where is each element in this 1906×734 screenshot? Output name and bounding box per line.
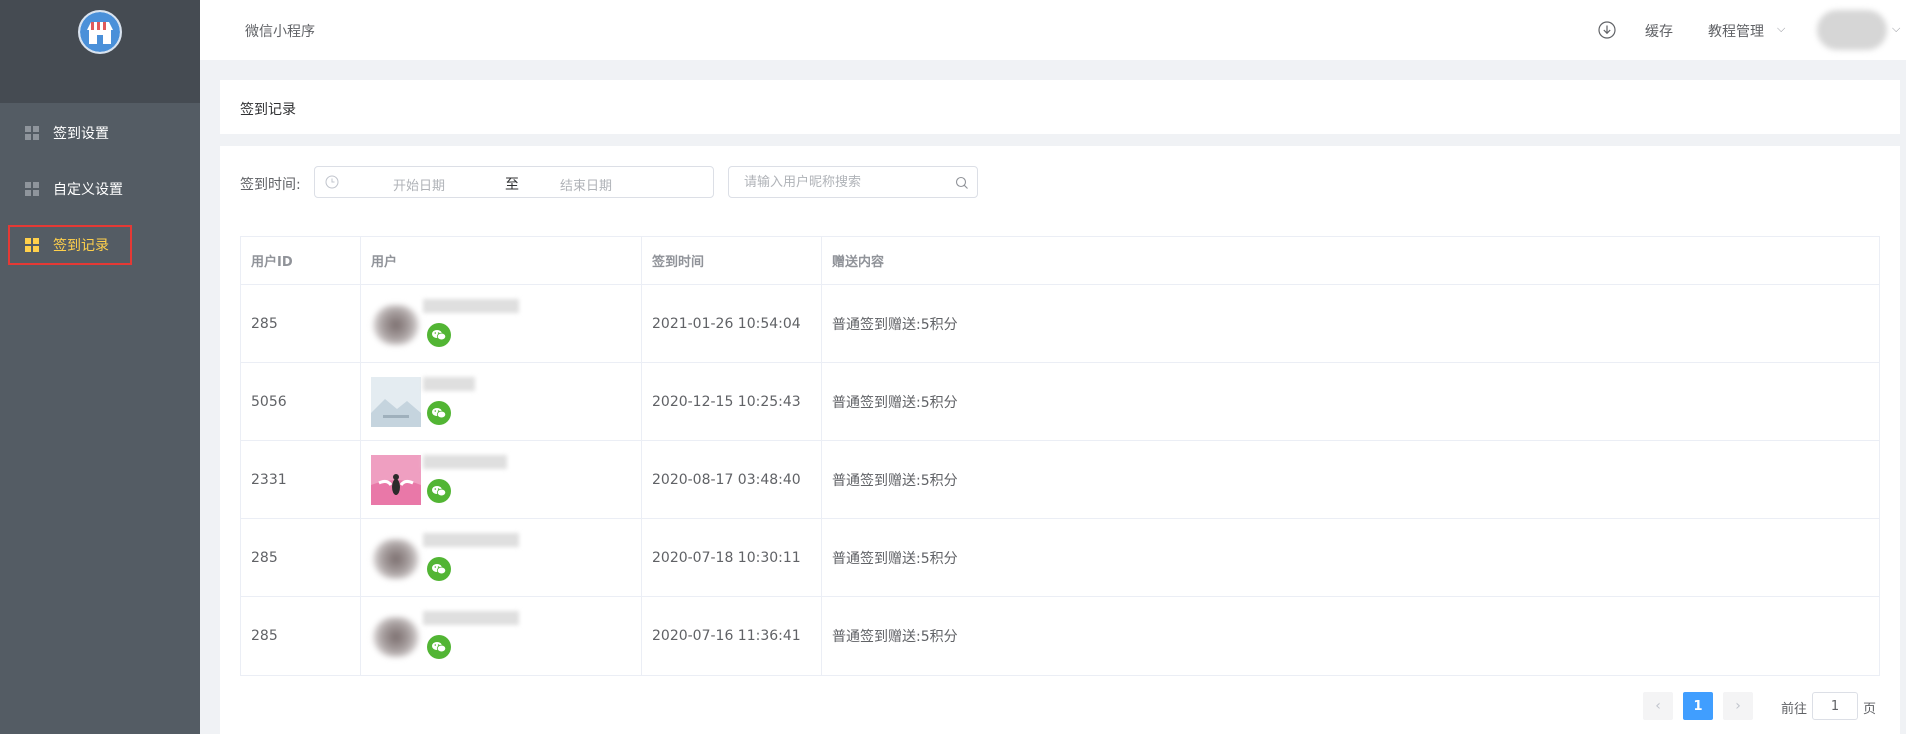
search-icon[interactable]: [955, 176, 969, 190]
prev-page-button[interactable]: ‹: [1643, 692, 1673, 720]
sidebar-header: [0, 0, 200, 103]
user-id-cell: 5056: [241, 363, 361, 440]
search-box: [728, 166, 978, 198]
start-date-input[interactable]: 开始日期: [393, 175, 445, 194]
user-name-redacted: [423, 533, 519, 547]
user-name-redacted: [423, 455, 507, 469]
user-cell: [361, 363, 642, 440]
top-header: 微信小程序 缓存 教程管理 ⌵ ⌵: [200, 0, 1906, 60]
user-name-redacted: [423, 377, 475, 391]
sidebar: 签到设置 自定义设置 签到记录: [0, 0, 200, 734]
goto-suffix: 页: [1863, 702, 1877, 717]
range-separator: 至: [505, 177, 519, 193]
user-cell: [361, 285, 642, 362]
user-id-cell: 2331: [241, 441, 361, 518]
sidebar-item-sign-settings[interactable]: 签到设置: [0, 113, 200, 153]
reward-cell: 普通签到赠送:5积分: [832, 550, 958, 567]
wechat-icon: [427, 323, 451, 347]
table-row: 2331 2020-08-17 03:48:40 普通签到赠送:5积分: [241, 441, 1879, 519]
user-cell: [361, 441, 642, 518]
user-avatar: [371, 299, 421, 349]
next-page-button[interactable]: ›: [1723, 692, 1753, 720]
records-table: 用户ID 用户 签到时间 赠送内容 285 2021-01-26 10:54:0…: [240, 236, 1880, 676]
user-name-redacted: [423, 299, 519, 313]
manage-dropdown[interactable]: 教程管理: [1708, 21, 1764, 41]
wechat-icon: [427, 635, 451, 659]
user-name-redacted: [423, 611, 519, 625]
sidebar-item-custom-settings[interactable]: 自定义设置: [0, 169, 200, 209]
reward-cell: 普通签到赠送:5积分: [832, 316, 958, 333]
reward-cell: 普通签到赠送:5积分: [832, 394, 958, 411]
cache-button[interactable]: 缓存: [1645, 21, 1673, 41]
page-title: 签到记录: [240, 102, 296, 118]
sidebar-item-sign-records[interactable]: 签到记录: [0, 225, 200, 265]
page-title-card: 签到记录: [220, 80, 1900, 134]
end-date-input[interactable]: 结束日期: [560, 175, 612, 194]
wechat-icon: [427, 401, 451, 425]
sign-time-cell: 2020-12-15 10:25:43: [642, 363, 822, 440]
sign-time-cell: 2020-07-16 11:36:41: [642, 597, 822, 675]
wechat-icon: [427, 479, 451, 503]
column-header-reward: 赠送内容: [832, 255, 885, 270]
table-row: 285 2020-07-18 10:30:11 普通签到赠送:5积分: [241, 519, 1879, 597]
main-card: 签到时间: 开始日期 至 结束日期 用户ID 用户 签到时间 赠送内容: [220, 146, 1900, 734]
goto-label: 前往: [1781, 702, 1808, 717]
sidebar-item-label: 自定义设置: [53, 182, 123, 198]
store-icon[interactable]: [78, 10, 122, 54]
grid-icon: [25, 126, 39, 140]
user-cell: [361, 519, 642, 596]
grid-icon: [25, 182, 39, 196]
user-avatar: [371, 533, 421, 583]
sidebar-item-label: 签到设置: [53, 126, 109, 142]
column-header-user: 用户: [361, 237, 642, 284]
avatar[interactable]: [1817, 10, 1887, 50]
date-range-picker[interactable]: 开始日期 至 结束日期: [314, 166, 714, 198]
user-id-cell: 285: [241, 597, 361, 675]
page-number-active[interactable]: 1: [1683, 692, 1713, 720]
column-header-sign-time: 签到时间: [642, 237, 822, 284]
reward-cell: 普通签到赠送:5积分: [832, 472, 958, 489]
date-filter-label: 签到时间:: [240, 177, 301, 193]
download-icon[interactable]: [1598, 21, 1616, 39]
user-cell: [361, 597, 642, 675]
column-header-user-id: 用户ID: [241, 237, 361, 284]
table-row: 5056 2020-12-15 10:25:43 普通签到赠送:5积分: [241, 363, 1879, 441]
reward-cell: 普通签到赠送:5积分: [832, 629, 958, 645]
user-id-cell: 285: [241, 519, 361, 596]
user-avatar: [371, 376, 421, 427]
goto-page-input[interactable]: [1812, 692, 1858, 720]
wechat-icon: [427, 557, 451, 581]
user-avatar: [371, 611, 421, 661]
app-title: 微信小程序: [245, 24, 315, 40]
user-avatar: [371, 454, 421, 505]
chevron-down-icon[interactable]: ⌵: [1892, 22, 1900, 36]
search-input[interactable]: [744, 167, 954, 197]
user-id-cell: 285: [241, 285, 361, 362]
table-row: 285 2020-07-16 11:36:41 普通签到赠送:5积分: [241, 597, 1879, 675]
sign-time-cell: 2021-01-26 10:54:04: [642, 285, 822, 362]
sign-time-cell: 2020-08-17 03:48:40: [642, 441, 822, 518]
chevron-down-icon[interactable]: ⌵: [1777, 22, 1785, 36]
table-header: 用户ID 用户 签到时间 赠送内容: [241, 237, 1879, 285]
highlight-box: [8, 225, 132, 265]
table-row: 285 2021-01-26 10:54:04 普通签到赠送:5积分: [241, 285, 1879, 363]
clock-icon: [325, 175, 339, 189]
sign-time-cell: 2020-07-18 10:30:11: [642, 519, 822, 596]
